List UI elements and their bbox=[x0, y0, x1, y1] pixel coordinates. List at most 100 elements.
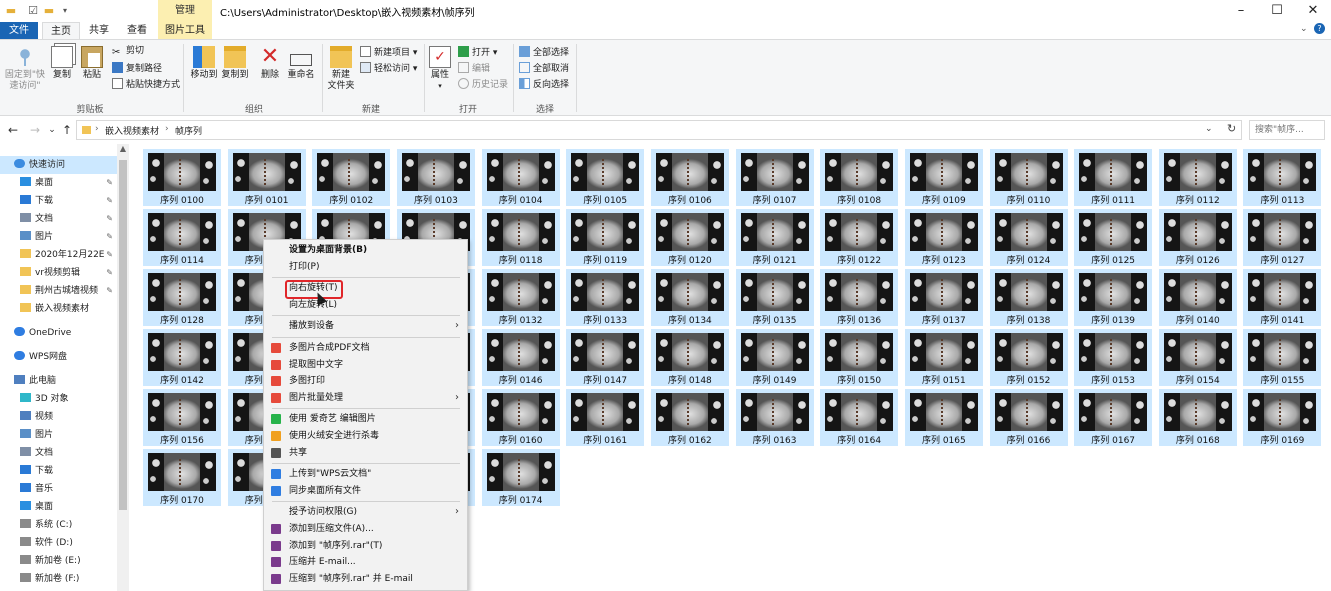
tab-share[interactable]: 共享 bbox=[82, 22, 116, 39]
file-tile[interactable]: 序列 0147 bbox=[566, 329, 645, 386]
file-tile[interactable]: 序列 0125 bbox=[1074, 209, 1153, 266]
forward-button[interactable]: → bbox=[28, 122, 42, 138]
nav-item[interactable]: 嵌入视频素材 bbox=[0, 300, 117, 318]
file-tile[interactable]: 序列 0140 bbox=[1158, 269, 1237, 326]
file-tile[interactable]: 序列 0123 bbox=[904, 209, 983, 266]
file-tile[interactable]: 序列 0168 bbox=[1158, 389, 1237, 446]
context-menu-item[interactable]: 压缩并 E-mail... bbox=[264, 554, 467, 570]
folder-icon[interactable]: ▬ bbox=[4, 4, 18, 18]
file-tile[interactable]: 序列 0151 bbox=[904, 329, 983, 386]
breadcrumb-item[interactable]: 嵌入视频素材 bbox=[105, 124, 159, 137]
file-tile[interactable]: 序列 0170 bbox=[143, 449, 221, 506]
file-tile[interactable]: 序列 0165 bbox=[904, 389, 983, 446]
context-menu-item[interactable]: 同步桌面所有文件 bbox=[264, 483, 467, 499]
file-tile[interactable]: 序列 0124 bbox=[989, 209, 1068, 266]
file-tile[interactable]: 序列 0105 bbox=[566, 149, 645, 206]
file-tile[interactable]: 序列 0119 bbox=[566, 209, 645, 266]
context-menu-item[interactable]: 播放到设备 › bbox=[264, 318, 467, 334]
file-tile[interactable]: 序列 0120 bbox=[650, 209, 729, 266]
nav-item[interactable]: 2020年12月22E ✎ bbox=[0, 246, 117, 264]
file-tile[interactable]: 序列 0166 bbox=[989, 389, 1068, 446]
nav-item[interactable]: 软件 (D:) bbox=[0, 534, 117, 552]
nav-item[interactable]: 系统 (C:) bbox=[0, 516, 117, 534]
address-dropdown-button[interactable]: ⌄ bbox=[1205, 124, 1213, 134]
file-tile[interactable]: 序列 0127 bbox=[1243, 209, 1322, 266]
address-bar[interactable]: › 嵌入视频素材 › 帧序列 ⌄ ↻ bbox=[76, 120, 1242, 140]
tab-manage[interactable]: 管理 bbox=[158, 0, 212, 22]
select-all-button[interactable]: 全部选择 bbox=[519, 46, 569, 59]
file-tile[interactable]: 序列 0163 bbox=[735, 389, 814, 446]
easy-access-button[interactable]: 轻松访问 ▾ bbox=[360, 62, 417, 75]
context-menu-item[interactable]: 共享 bbox=[264, 445, 467, 461]
file-tile[interactable]: 序列 0126 bbox=[1158, 209, 1237, 266]
file-tile[interactable]: 序列 0152 bbox=[989, 329, 1068, 386]
file-tile[interactable]: 序列 0102 bbox=[312, 149, 391, 206]
file-tile[interactable]: 序列 0111 bbox=[1074, 149, 1153, 206]
file-tile[interactable]: 序列 0155 bbox=[1243, 329, 1322, 386]
file-tile[interactable]: 序列 0167 bbox=[1074, 389, 1153, 446]
nav-item[interactable]: OneDrive bbox=[0, 324, 117, 342]
file-tile[interactable]: 序列 0164 bbox=[820, 389, 899, 446]
new-item-button[interactable]: 新建项目 ▾ bbox=[360, 46, 417, 59]
file-tile[interactable]: 序列 0114 bbox=[143, 209, 221, 266]
back-button[interactable]: ← bbox=[6, 122, 20, 138]
file-tile[interactable]: 序列 0110 bbox=[989, 149, 1068, 206]
file-tile[interactable]: 序列 0138 bbox=[989, 269, 1068, 326]
check-icon[interactable]: ☑ bbox=[26, 4, 40, 18]
context-menu-item[interactable]: 压缩到 "帧序列.rar" 并 E-mail bbox=[264, 571, 467, 587]
context-menu-item[interactable]: 提取图中文字 bbox=[264, 357, 467, 373]
refresh-icon[interactable]: ↻ bbox=[1227, 122, 1236, 135]
file-tile[interactable]: 序列 0122 bbox=[820, 209, 899, 266]
close-button[interactable]: ✕ bbox=[1295, 0, 1331, 22]
context-menu-item[interactable]: 多图片合成PDF文档 bbox=[264, 340, 467, 356]
nav-item[interactable]: 快速访问 bbox=[0, 156, 117, 174]
breadcrumb-item[interactable]: 帧序列 bbox=[175, 124, 202, 137]
history-button[interactable]: 历史记录 bbox=[458, 78, 508, 91]
tab-file[interactable]: 文件 bbox=[0, 22, 38, 39]
select-none-button[interactable]: 全部取消 bbox=[519, 62, 569, 75]
file-tile[interactable]: 序列 0106 bbox=[650, 149, 729, 206]
file-tile[interactable]: 序列 0154 bbox=[1158, 329, 1237, 386]
file-tile[interactable]: 序列 0139 bbox=[1074, 269, 1153, 326]
file-tile[interactable]: 序列 0109 bbox=[904, 149, 983, 206]
nav-item[interactable]: 此电脑 bbox=[0, 372, 117, 390]
context-menu-item[interactable]: 添加到压缩文件(A)... bbox=[264, 521, 467, 537]
scrollbar-thumb[interactable] bbox=[119, 160, 127, 510]
nav-item[interactable]: 音乐 bbox=[0, 480, 117, 498]
file-tile[interactable]: 序列 0134 bbox=[650, 269, 729, 326]
nav-item[interactable]: 桌面 ✎ bbox=[0, 174, 117, 192]
file-tile[interactable]: 序列 0160 bbox=[481, 389, 560, 446]
context-menu-item[interactable]: 添加到 "帧序列.rar"(T) bbox=[264, 538, 467, 554]
properties-button[interactable]: ✓ 属性 ▾ bbox=[428, 46, 452, 92]
file-tile[interactable]: 序列 0112 bbox=[1158, 149, 1237, 206]
copy-to-button[interactable]: 复制到 bbox=[220, 46, 250, 81]
cut-button[interactable]: ✂ 剪切 bbox=[112, 46, 144, 58]
context-menu-item[interactable]: 打印(P) bbox=[264, 259, 467, 275]
paste-button[interactable]: 粘贴 bbox=[80, 46, 104, 81]
nav-item[interactable]: 下载 ✎ bbox=[0, 192, 117, 210]
context-menu-item[interactable]: 授予访问权限(G) › bbox=[264, 504, 467, 520]
nav-item[interactable]: 视频 bbox=[0, 408, 117, 426]
nav-item[interactable]: 文档 bbox=[0, 444, 117, 462]
file-tile[interactable]: 序列 0142 bbox=[143, 329, 221, 386]
nav-item[interactable]: 图片 ✎ bbox=[0, 228, 117, 246]
recent-locations-button[interactable]: ⌄ bbox=[45, 122, 59, 138]
nav-item[interactable]: 下载 bbox=[0, 462, 117, 480]
file-tile[interactable]: 序列 0133 bbox=[566, 269, 645, 326]
dropdown-icon[interactable]: ▾ bbox=[58, 4, 72, 18]
nav-item[interactable]: 新加卷 (E:) bbox=[0, 552, 117, 570]
file-tile[interactable]: 序列 0162 bbox=[650, 389, 729, 446]
file-tile[interactable]: 序列 0174 bbox=[481, 449, 560, 506]
new-folder-button[interactable]: 新建 文件夹 bbox=[326, 46, 356, 92]
file-tile[interactable]: 序列 0100 bbox=[143, 149, 221, 206]
context-menu-item[interactable]: 向右旋转(T) bbox=[264, 280, 467, 296]
context-menu-item[interactable]: 多图打印 bbox=[264, 373, 467, 389]
file-tile[interactable]: 序列 0132 bbox=[481, 269, 560, 326]
nav-item[interactable]: 文档 ✎ bbox=[0, 210, 117, 228]
file-tile[interactable]: 序列 0103 bbox=[396, 149, 475, 206]
file-tile[interactable]: 序列 0137 bbox=[904, 269, 983, 326]
context-menu-item[interactable]: 使用 爱奇艺 编辑图片 bbox=[264, 411, 467, 427]
file-tile[interactable]: 序列 0107 bbox=[735, 149, 814, 206]
minimize-button[interactable]: – bbox=[1223, 0, 1259, 22]
delete-button[interactable]: ✕ 删除 bbox=[258, 46, 282, 81]
